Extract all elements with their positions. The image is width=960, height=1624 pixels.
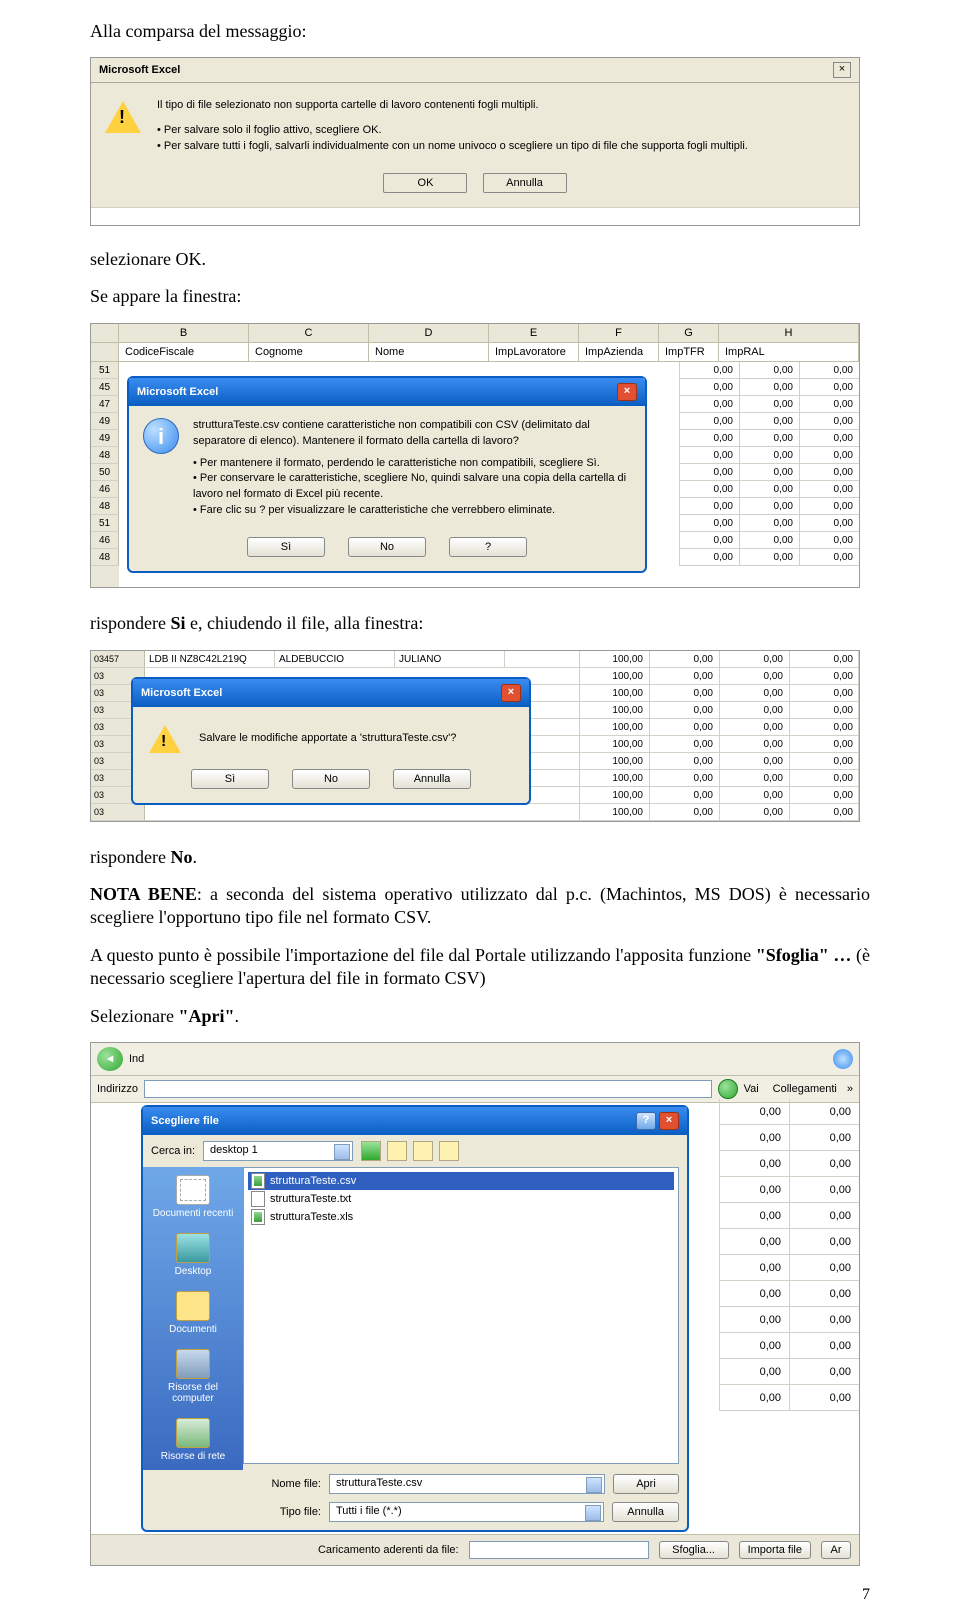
file-icon: [251, 1191, 265, 1207]
sidebar-documents[interactable]: Documenti: [147, 1289, 239, 1337]
back-label: Ind: [129, 1053, 144, 1065]
cancel-button[interactable]: Annulla: [612, 1502, 679, 1522]
filename-label: Nome file:: [251, 1478, 321, 1490]
file-chooser-dialog: Scegliere file ? × Cerca in: desktop 1 D…: [141, 1105, 689, 1532]
sheet2-rownums: 5145 4749 4948 5046 4851 4648: [91, 362, 119, 588]
close-icon[interactable]: ×: [659, 1112, 679, 1130]
para-risp-no: rispondere No.: [90, 846, 870, 869]
load-label: Caricamento aderenti da file:: [318, 1544, 459, 1556]
browse-button[interactable]: Sfoglia...: [659, 1541, 729, 1559]
filetype-label: Tipo file:: [251, 1506, 321, 1518]
dialog3-title: Microsoft Excel: [141, 687, 222, 699]
load-field[interactable]: [469, 1541, 649, 1559]
nav-back-icon[interactable]: [361, 1141, 381, 1161]
para-risp-si: rispondere Si e, chiudendo il file, alla…: [90, 612, 870, 635]
new-folder-icon[interactable]: [413, 1141, 433, 1161]
excel-info-dialog-2: B C D E F G H CodiceFiscale Cognome Nome…: [90, 323, 860, 589]
file-item-txt[interactable]: strutturaTeste.txt: [248, 1190, 674, 1208]
dialog3-msg: Salvare le modifiche apportate a 'strutt…: [199, 731, 513, 747]
excel-warning-dialog-1: Microsoft Excel × Il tipo di file selezi…: [90, 57, 860, 226]
warning-icon: [105, 97, 141, 133]
go-label: Vai: [744, 1083, 759, 1095]
close-icon[interactable]: ×: [833, 62, 851, 78]
file-item-xls[interactable]: strutturaTeste.xls: [248, 1208, 674, 1226]
sheet2-right-values: 0,000,000,00 0,000,000,00 0,000,000,00 0…: [679, 362, 859, 588]
info-icon: i: [143, 418, 179, 454]
close-icon[interactable]: ×: [617, 383, 637, 401]
excel-csv-compat-dialog: Microsoft Excel × i strutturaTeste.csv c…: [127, 376, 647, 574]
page-number: 7: [90, 1586, 870, 1604]
links-label: Collegamenti: [773, 1083, 837, 1095]
para-selezionare-apri: Selezionare "Apri".: [90, 1005, 870, 1028]
para-a-questo-punto: A questo punto è possibile l'importazion…: [90, 944, 870, 991]
dialog2-line1: strutturaTeste.csv contiene caratteristi…: [193, 418, 631, 450]
file-icon: [251, 1173, 265, 1189]
ar-button[interactable]: Ar: [821, 1541, 851, 1559]
go-icon[interactable]: [718, 1079, 738, 1099]
sidebar-recent[interactable]: Documenti recenti: [147, 1173, 239, 1221]
filename-combo[interactable]: strutturaTeste.csv: [329, 1474, 605, 1494]
file-chooser-screenshot: ◄ Ind Indirizzo Vai Collegamenti » Scegl…: [90, 1042, 860, 1566]
no-button[interactable]: No: [292, 769, 370, 789]
dialog1-bullet1: • Per salvare solo il foglio attivo, sce…: [157, 122, 845, 139]
sidebar-computer[interactable]: Risorse del computer: [147, 1347, 239, 1406]
dialog1-bullet2: • Per salvare tutti i fogli, salvarli in…: [157, 138, 845, 155]
dialog1-msg-line1: Il tipo di file selezionato non supporta…: [157, 97, 845, 114]
file-item-csv[interactable]: strutturaTeste.csv: [248, 1172, 674, 1190]
para-se-appare: Se appare la finestra:: [90, 285, 870, 308]
yes-button[interactable]: Sì: [191, 769, 269, 789]
dialog2-bul3: • Fare clic su ? per visualizzare le car…: [193, 503, 631, 519]
sheet2-col-names: CodiceFiscale Cognome Nome ImpLavoratore…: [91, 343, 859, 362]
ok-button[interactable]: OK: [383, 173, 467, 193]
warning-icon: [149, 725, 181, 753]
cancel-button[interactable]: Annulla: [393, 769, 471, 789]
search-in-label: Cerca in:: [151, 1145, 195, 1157]
view-menu-icon[interactable]: [439, 1141, 459, 1161]
folder-up-icon[interactable]: [387, 1141, 407, 1161]
para-nota-bene: NOTA BENE: a seconda del sistema operati…: [90, 883, 870, 930]
help-icon[interactable]: ?: [636, 1112, 656, 1130]
address-label: Indirizzo: [97, 1083, 138, 1095]
sidebar-desktop[interactable]: Desktop: [147, 1231, 239, 1279]
sheet4-right-values: 0,000,00 0,000,00 0,000,00 0,000,00 0,00…: [719, 1099, 859, 1539]
filechooser-title: Scegliere file: [151, 1115, 219, 1127]
filechooser-filelist[interactable]: strutturaTeste.csv strutturaTeste.txt st…: [243, 1167, 679, 1464]
yes-button[interactable]: Sì: [247, 537, 325, 557]
open-button[interactable]: Apri: [613, 1474, 679, 1494]
close-icon[interactable]: ×: [501, 684, 521, 702]
cancel-button[interactable]: Annulla: [483, 173, 567, 193]
help-button[interactable]: ?: [449, 537, 527, 557]
msn-icon[interactable]: [833, 1049, 853, 1069]
sidebar-network[interactable]: Risorse di rete: [147, 1416, 239, 1464]
dialog2-bul1: • Per mantenere il formato, perdendo le …: [193, 456, 631, 472]
address-field[interactable]: [144, 1080, 712, 1098]
sheet2-col-letters: B C D E F G H: [91, 324, 859, 343]
file-icon: [251, 1209, 265, 1225]
para-sel-ok: selezionare OK.: [90, 248, 870, 271]
filetype-combo[interactable]: Tutti i file (*.*): [329, 1502, 604, 1522]
dialog2-bul2: • Per conservare le caratteristiche, sce…: [193, 471, 631, 503]
import-file-button[interactable]: Importa file: [739, 1541, 811, 1559]
save-changes-dialog: Microsoft Excel × Salvare le modifiche a…: [131, 677, 531, 805]
back-icon[interactable]: ◄: [97, 1047, 123, 1071]
dialog1-title: Microsoft Excel: [99, 64, 180, 76]
dialog2-title: Microsoft Excel: [137, 386, 218, 398]
folder-combo[interactable]: desktop 1: [203, 1141, 353, 1161]
excel-save-changes-dialog-3: 03457 LDB II NZ8C42L219Q ALDEBUCCIO JULI…: [90, 650, 860, 822]
no-button[interactable]: No: [348, 537, 426, 557]
filechooser-sidebar: Documenti recenti Desktop Documenti Riso…: [143, 1167, 243, 1470]
para-intro: Alla comparsa del messaggio:: [90, 20, 870, 43]
sheet3-right-values: 100,000,000,000,00 100,000,000,000,00 10…: [579, 651, 859, 821]
